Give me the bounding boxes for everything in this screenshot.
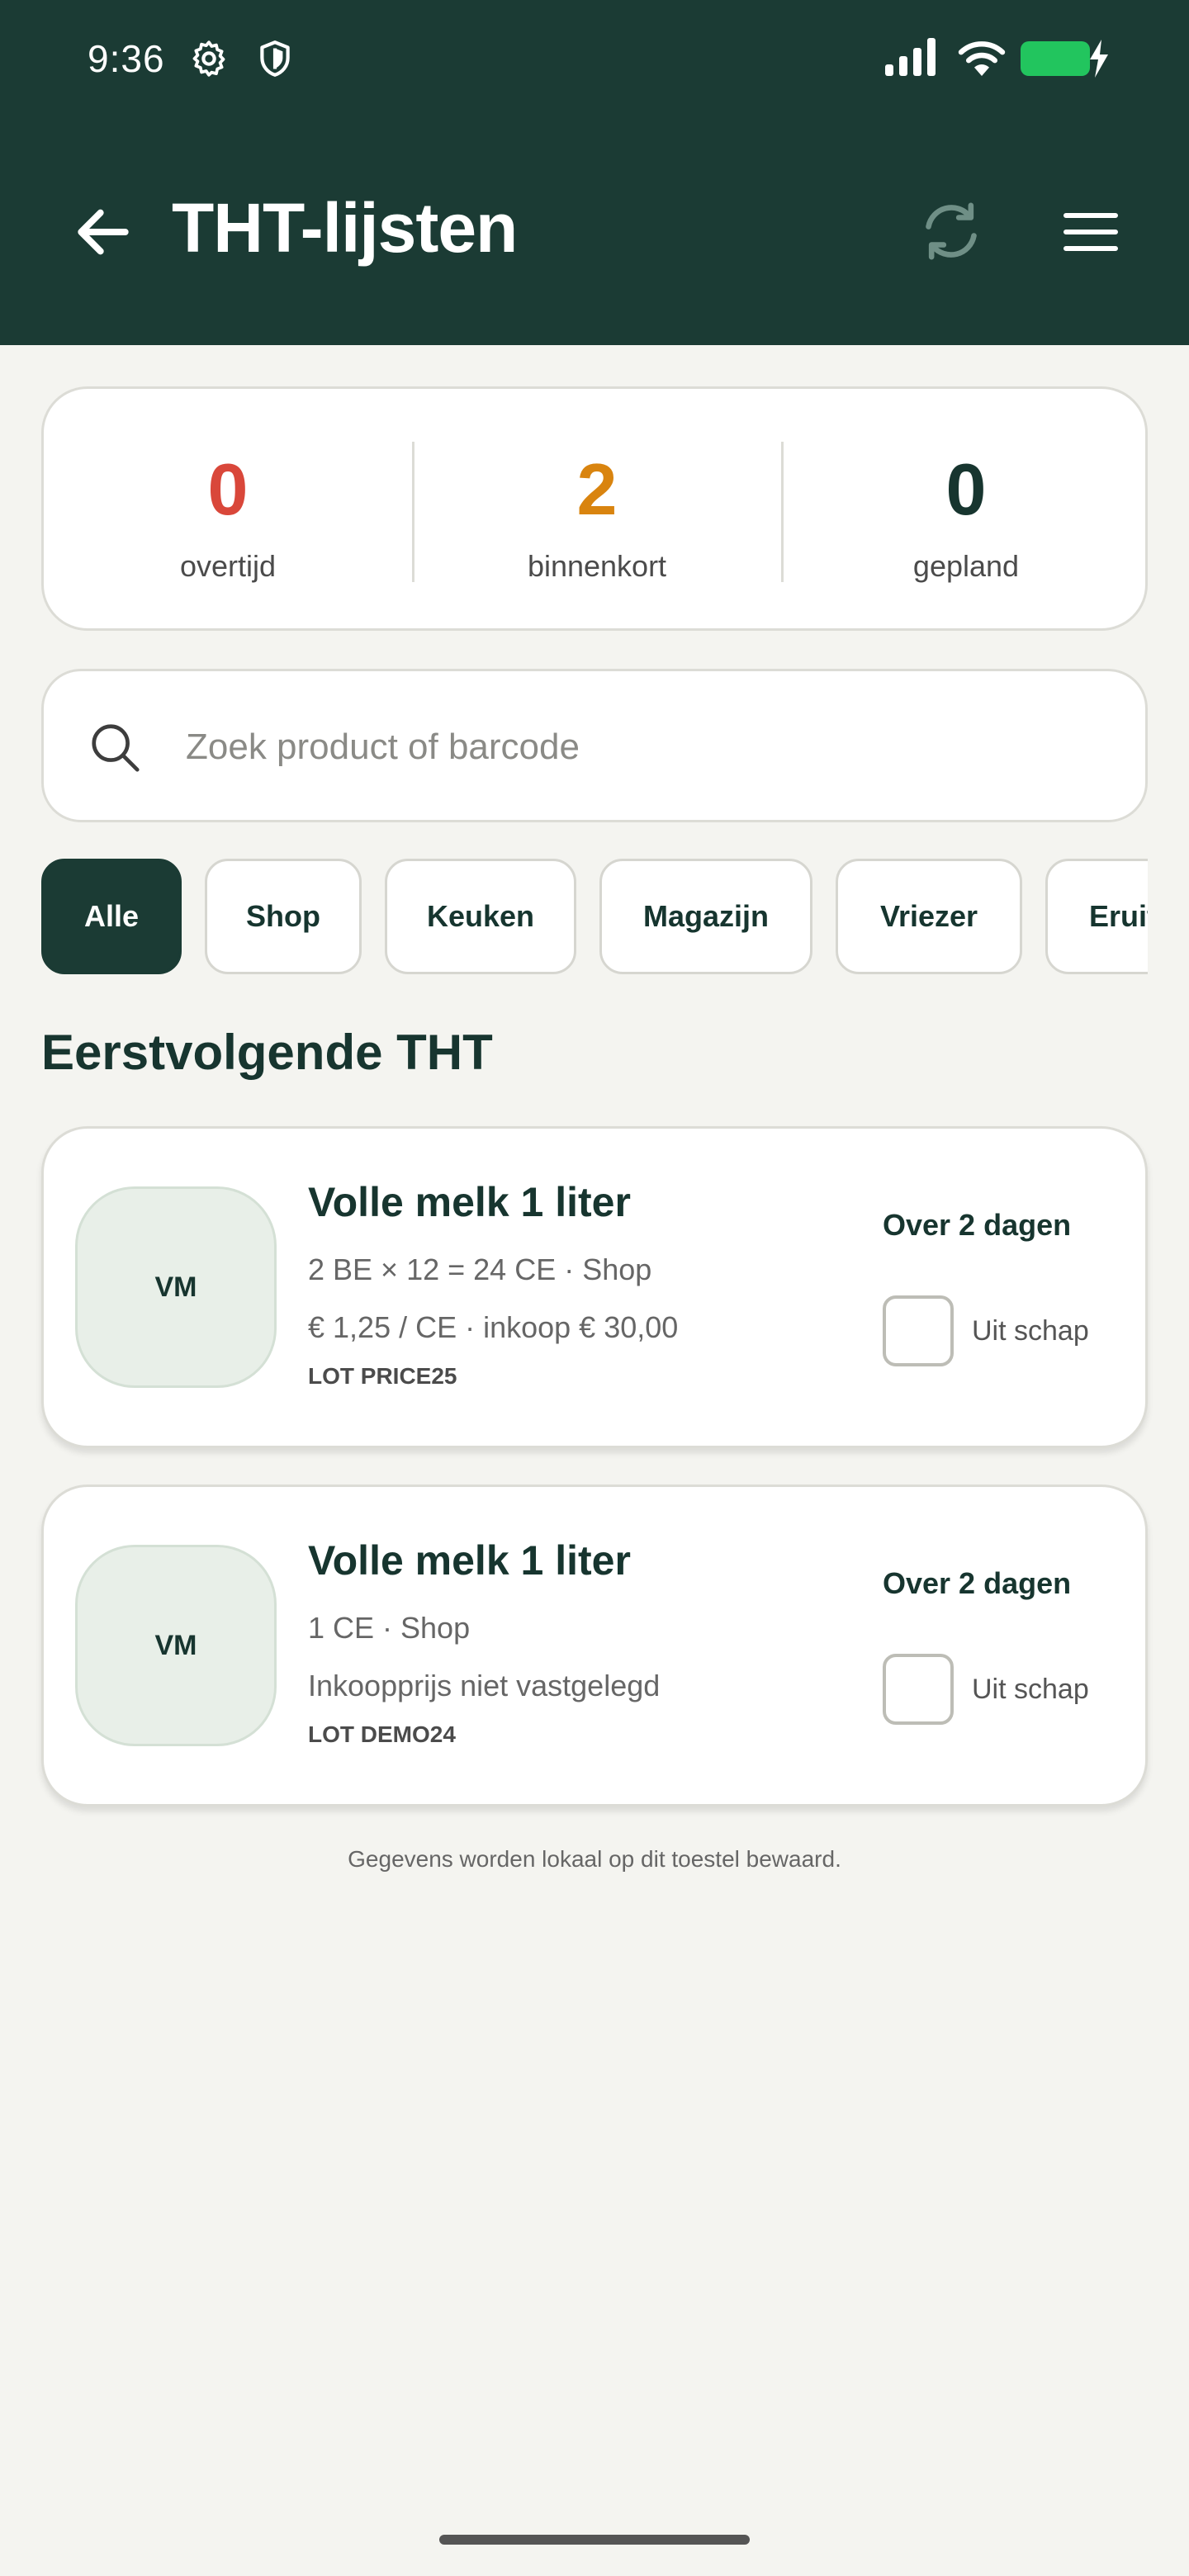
soon-count: 2 — [576, 448, 618, 530]
product-card[interactable]: VM Volle melk 1 liter 1 CE · Shop Inkoop… — [41, 1485, 1148, 1807]
page-title: THT-lijsten — [172, 189, 518, 267]
summary-card: 0 overtijd 2 binnenkort 0 gepland — [41, 386, 1148, 631]
uit-schap-checkbox[interactable] — [883, 1295, 954, 1366]
checkbox-label: Uit schap — [972, 1315, 1089, 1347]
wifi-icon — [958, 41, 1006, 76]
chip-eruit[interactable]: Eruit — [1045, 859, 1148, 974]
product-avatar: VM — [75, 1545, 277, 1746]
shield-icon — [260, 40, 290, 77]
hamburger-menu-icon — [1063, 213, 1118, 251]
product-quantity: 2 BE × 12 = 24 CE · Shop — [308, 1252, 652, 1286]
filter-chips: Alle Shop Keuken Magazijn Vriezer Eruit — [41, 859, 1148, 974]
overdue-label: overtijd — [179, 549, 277, 583]
footer-note: Gegevens worden lokaal op dit toestel be… — [348, 1846, 841, 1872]
section-title: Eerstvolgende THT — [41, 1025, 493, 1080]
due-label: Over 2 dagen — [883, 1566, 1072, 1600]
product-name: Volle melk 1 liter — [308, 1179, 631, 1225]
soon-label: binnenkort — [527, 549, 667, 583]
product-lot: LOT DEMO24 — [308, 1721, 456, 1747]
summary-planned[interactable]: 0 gepland — [782, 389, 1150, 633]
product-quantity: 1 CE · Shop — [308, 1611, 471, 1645]
checkbox-label: Uit schap — [972, 1674, 1089, 1705]
gear-icon — [192, 40, 225, 77]
overdue-count: 0 — [207, 448, 249, 530]
battery-charging-icon — [1021, 40, 1108, 78]
search-icon — [92, 724, 140, 772]
summary-overdue[interactable]: 0 overtijd — [44, 389, 412, 633]
menu-button[interactable] — [1054, 195, 1128, 269]
uit-schap-checkbox[interactable] — [883, 1654, 954, 1725]
status-bar: 9:36 — [0, 0, 1189, 119]
status-time: 9:36 — [88, 37, 165, 80]
product-avatar: VM — [75, 1186, 277, 1388]
product-lot: LOT PRICE25 — [308, 1363, 457, 1389]
home-indicator[interactable] — [439, 2535, 750, 2545]
planned-label: gepland — [912, 549, 1020, 583]
arrow-left-icon — [78, 209, 129, 255]
app-header: 9:36 THT-lijsten — [0, 0, 1189, 345]
signal-icon — [885, 38, 936, 76]
chip-magazijn[interactable]: Magazijn — [599, 859, 812, 974]
planned-count: 0 — [945, 448, 987, 530]
chip-keuken[interactable]: Keuken — [385, 859, 576, 974]
chip-shop[interactable]: Shop — [205, 859, 362, 974]
product-name: Volle melk 1 liter — [308, 1537, 631, 1584]
sync-icon — [926, 202, 977, 260]
product-price: € 1,25 / CE · inkoop € 30,00 — [308, 1310, 679, 1344]
search-input[interactable] — [186, 713, 1111, 782]
chip-alle[interactable]: Alle — [41, 859, 182, 974]
sync-button[interactable] — [912, 192, 991, 271]
chip-vriezer[interactable]: Vriezer — [836, 859, 1022, 974]
summary-soon[interactable]: 2 binnenkort — [413, 389, 781, 633]
product-card[interactable]: VM Volle melk 1 liter 2 BE × 12 = 24 CE … — [41, 1126, 1148, 1448]
back-button[interactable] — [66, 195, 140, 269]
due-label: Over 2 dagen — [883, 1208, 1072, 1242]
product-price: Inkoopprijs niet vastgelegd — [308, 1669, 661, 1702]
search-box[interactable] — [41, 669, 1148, 822]
